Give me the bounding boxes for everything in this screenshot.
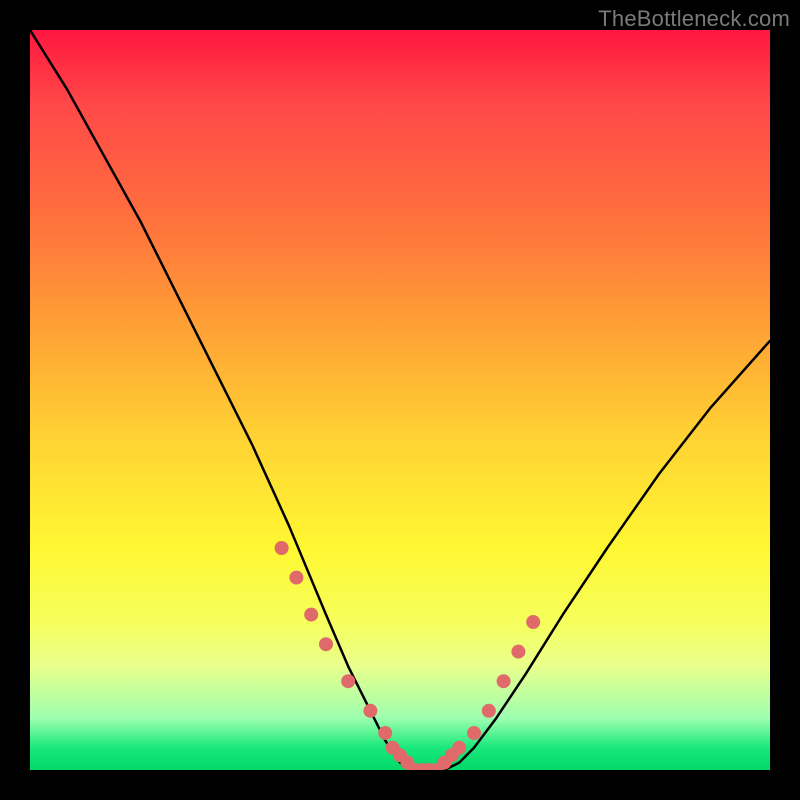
sample-dot bbox=[526, 615, 540, 629]
sample-dot bbox=[319, 637, 333, 651]
sample-dot bbox=[511, 645, 525, 659]
sample-dot bbox=[341, 674, 355, 688]
sample-dot bbox=[452, 741, 466, 755]
bottleneck-curve-path bbox=[30, 30, 770, 770]
sample-dot bbox=[467, 726, 481, 740]
chart-svg bbox=[30, 30, 770, 770]
sample-dot bbox=[275, 541, 289, 555]
chart-frame bbox=[30, 30, 770, 770]
sample-dot bbox=[482, 704, 496, 718]
sample-dot bbox=[363, 704, 377, 718]
watermark-text: TheBottleneck.com bbox=[598, 6, 790, 32]
bottleneck-curve bbox=[30, 30, 770, 770]
sample-dot bbox=[378, 726, 392, 740]
sample-dot bbox=[289, 571, 303, 585]
sample-dots bbox=[275, 541, 541, 770]
sample-dot bbox=[497, 674, 511, 688]
sample-dot bbox=[304, 608, 318, 622]
